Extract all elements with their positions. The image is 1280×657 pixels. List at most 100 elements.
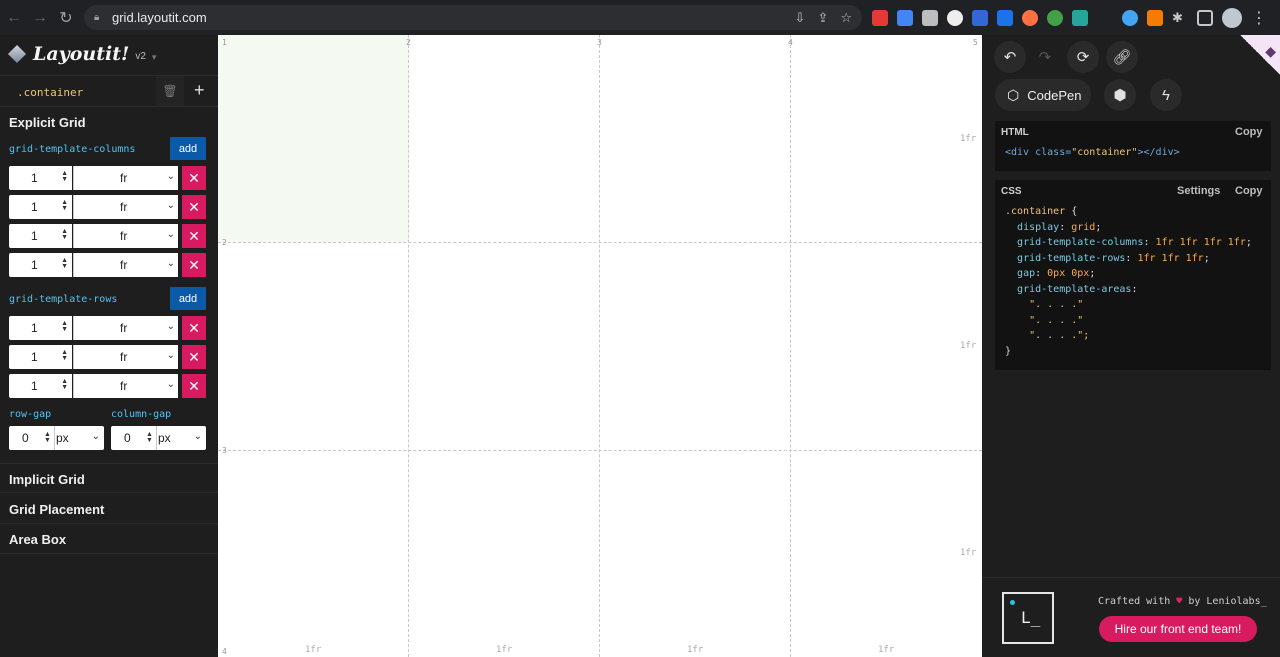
extension-icon[interactable] xyxy=(947,10,963,26)
html-code: <div class="container"></div> xyxy=(1005,147,1180,158)
extension-icon[interactable] xyxy=(1072,10,1088,26)
left-panel: Layoutit! v2 ▾ .container 🗑︎ + Explicit … xyxy=(0,35,218,657)
codepen-button[interactable]: ⬡ CodePen xyxy=(995,79,1091,111)
html-title: HTML xyxy=(1001,127,1029,138)
grid-line-horizontal xyxy=(218,242,982,243)
remove-column-button[interactable]: ✕ xyxy=(182,166,206,190)
remove-row-button[interactable]: ✕ xyxy=(182,345,206,369)
selector-name[interactable]: .container xyxy=(17,86,83,99)
html-code-box: HTML Copy <div class="container"></div> xyxy=(995,121,1271,171)
column-unit-select[interactable]: fr ⌄ xyxy=(73,195,178,219)
address-bar[interactable]: 🔒︎ grid.layoutit.com ⇩ ⇪ ☆ xyxy=(84,5,862,30)
column-unit-select[interactable]: fr ⌄ xyxy=(73,166,178,190)
explicit-grid-title[interactable]: Explicit Grid xyxy=(9,115,86,130)
extension-icon[interactable] xyxy=(997,10,1013,26)
row-value-input[interactable]: 1 ▲ ▼ xyxy=(9,374,72,398)
copy-css-button[interactable]: Copy xyxy=(1235,185,1263,197)
leniolabs-logo[interactable]: L_ xyxy=(1002,592,1054,644)
row-unit-select[interactable]: fr ⌄ xyxy=(73,345,178,369)
back-arrow-icon[interactable]: ← xyxy=(2,6,26,30)
lightning-icon[interactable]: ϟ xyxy=(1150,79,1182,111)
column-value-input[interactable]: 1 ▲ ▼ xyxy=(9,253,72,277)
spinner-icon[interactable]: ▲ ▼ xyxy=(61,199,68,212)
extension-icon[interactable] xyxy=(1022,10,1038,26)
spinner-icon[interactable]: ▲ ▼ xyxy=(61,378,68,391)
settings-button[interactable]: Settings xyxy=(1177,185,1220,197)
metamask-icon[interactable] xyxy=(1147,10,1163,26)
grid-placement-section[interactable]: Grid Placement xyxy=(0,494,218,524)
row-unit-select[interactable]: fr ⌄ xyxy=(73,316,178,340)
camera-extension-icon[interactable] xyxy=(922,10,938,26)
hire-button[interactable]: Hire our front end team! xyxy=(1099,616,1257,642)
grid-line-horizontal xyxy=(218,450,982,451)
extension-icon[interactable] xyxy=(972,10,988,26)
implicit-grid-section[interactable]: Implicit Grid xyxy=(0,463,218,493)
add-selector-button[interactable]: + xyxy=(194,81,205,99)
sidepanel-icon[interactable] xyxy=(1197,10,1213,26)
chevron-down-icon: ⌄ xyxy=(166,350,175,361)
forward-arrow-icon[interactable]: → xyxy=(28,6,52,30)
spinner-icon[interactable]: ▲ ▼ xyxy=(44,431,51,444)
link-icon[interactable]: 🔗︎ xyxy=(1106,41,1138,73)
menu-kebab-icon[interactable]: ⋮ xyxy=(1251,8,1267,28)
redo-icon[interactable]: ↷ xyxy=(1029,41,1061,73)
reload-icon[interactable]: ↻ xyxy=(54,6,78,30)
brand-name: Layoutit! xyxy=(33,43,130,65)
column-unit-select[interactable]: fr ⌄ xyxy=(73,224,178,248)
row-gap-input[interactable]: 0 ▲ ▼ px ⌄ xyxy=(9,426,104,450)
row-size-label: 1fr xyxy=(960,134,977,144)
remove-column-button[interactable]: ✕ xyxy=(182,224,206,248)
column-value-input[interactable]: 1 ▲ ▼ xyxy=(9,224,72,248)
spinner-icon[interactable]: ▲ ▼ xyxy=(61,257,68,270)
chevron-down-icon: ⌄ xyxy=(166,258,175,269)
remove-column-button[interactable]: ✕ xyxy=(182,253,206,277)
column-row: 1 ▲ ▼ fr ⌄ ✕ xyxy=(9,253,206,277)
row-size-label: 1fr xyxy=(960,548,977,558)
brand-version[interactable]: v2 xyxy=(135,51,146,62)
column-line-number: 5 xyxy=(973,38,978,47)
selector-bar: .container 🗑︎ + xyxy=(0,75,218,107)
grid-canvas[interactable]: 1 2 3 4 5 2 3 4 1fr 1fr 1fr 1fr 1fr 1fr … xyxy=(218,35,982,657)
extension-icon[interactable] xyxy=(897,10,913,26)
spinner-icon[interactable]: ▲ ▼ xyxy=(61,349,68,362)
row-value-input[interactable]: 1 ▲ ▼ xyxy=(9,345,72,369)
column-value-input[interactable]: 1 ▲ ▼ xyxy=(9,195,72,219)
copy-html-button[interactable]: Copy xyxy=(1235,126,1263,138)
reset-icon[interactable]: ⟳ xyxy=(1067,41,1099,73)
codesandbox-icon[interactable]: ⬢ xyxy=(1104,79,1136,111)
spinner-icon[interactable]: ▲ ▼ xyxy=(61,228,68,241)
row-unit-select[interactable]: fr ⌄ xyxy=(73,374,178,398)
github-corner[interactable]: ◆ xyxy=(1240,35,1280,75)
row-value-input[interactable]: 1 ▲ ▼ xyxy=(9,316,72,340)
column-row: 1 ▲ ▼ fr ⌄ ✕ xyxy=(9,166,206,190)
extension-icon[interactable] xyxy=(872,10,888,26)
heart-icon: ♥ xyxy=(1176,596,1183,607)
install-icon[interactable]: ⇩ xyxy=(795,10,806,26)
extension-icon[interactable] xyxy=(1047,10,1063,26)
extension-icon[interactable] xyxy=(1122,10,1138,26)
remove-row-button[interactable]: ✕ xyxy=(182,316,206,340)
column-gap-unit[interactable]: px xyxy=(158,431,171,445)
spinner-icon[interactable]: ▲ ▼ xyxy=(61,170,68,183)
share-icon[interactable]: ⇪ xyxy=(817,10,828,26)
spinner-icon[interactable]: ▲ ▼ xyxy=(146,431,153,444)
puzzle-icon[interactable]: ✱ xyxy=(1172,10,1188,26)
column-unit-select[interactable]: fr ⌄ xyxy=(73,253,178,277)
add-row-button[interactable]: add xyxy=(170,287,206,310)
area-box-section[interactable]: Area Box xyxy=(0,524,218,554)
column-gap-input[interactable]: 0 ▲ ▼ px ⌄ xyxy=(111,426,206,450)
avatar[interactable] xyxy=(1222,8,1242,28)
remove-column-button[interactable]: ✕ xyxy=(182,195,206,219)
undo-icon[interactable]: ↶ xyxy=(994,41,1026,73)
spinner-icon[interactable]: ▲ ▼ xyxy=(61,320,68,333)
add-column-button[interactable]: add xyxy=(170,137,206,160)
trash-icon[interactable]: 🗑︎ xyxy=(156,76,184,106)
bookmark-star-icon[interactable]: ☆ xyxy=(840,10,852,26)
extensions-bar: ✱ ⋮ xyxy=(872,8,1267,28)
remove-row-button[interactable]: ✕ xyxy=(182,374,206,398)
grid-cell-highlight[interactable] xyxy=(218,35,409,242)
row-gap-unit[interactable]: px xyxy=(56,431,69,445)
chevron-down-icon[interactable]: ▾ xyxy=(152,52,157,63)
row-size-label: 1fr xyxy=(960,341,977,351)
column-value-input[interactable]: 1 ▲ ▼ xyxy=(9,166,72,190)
